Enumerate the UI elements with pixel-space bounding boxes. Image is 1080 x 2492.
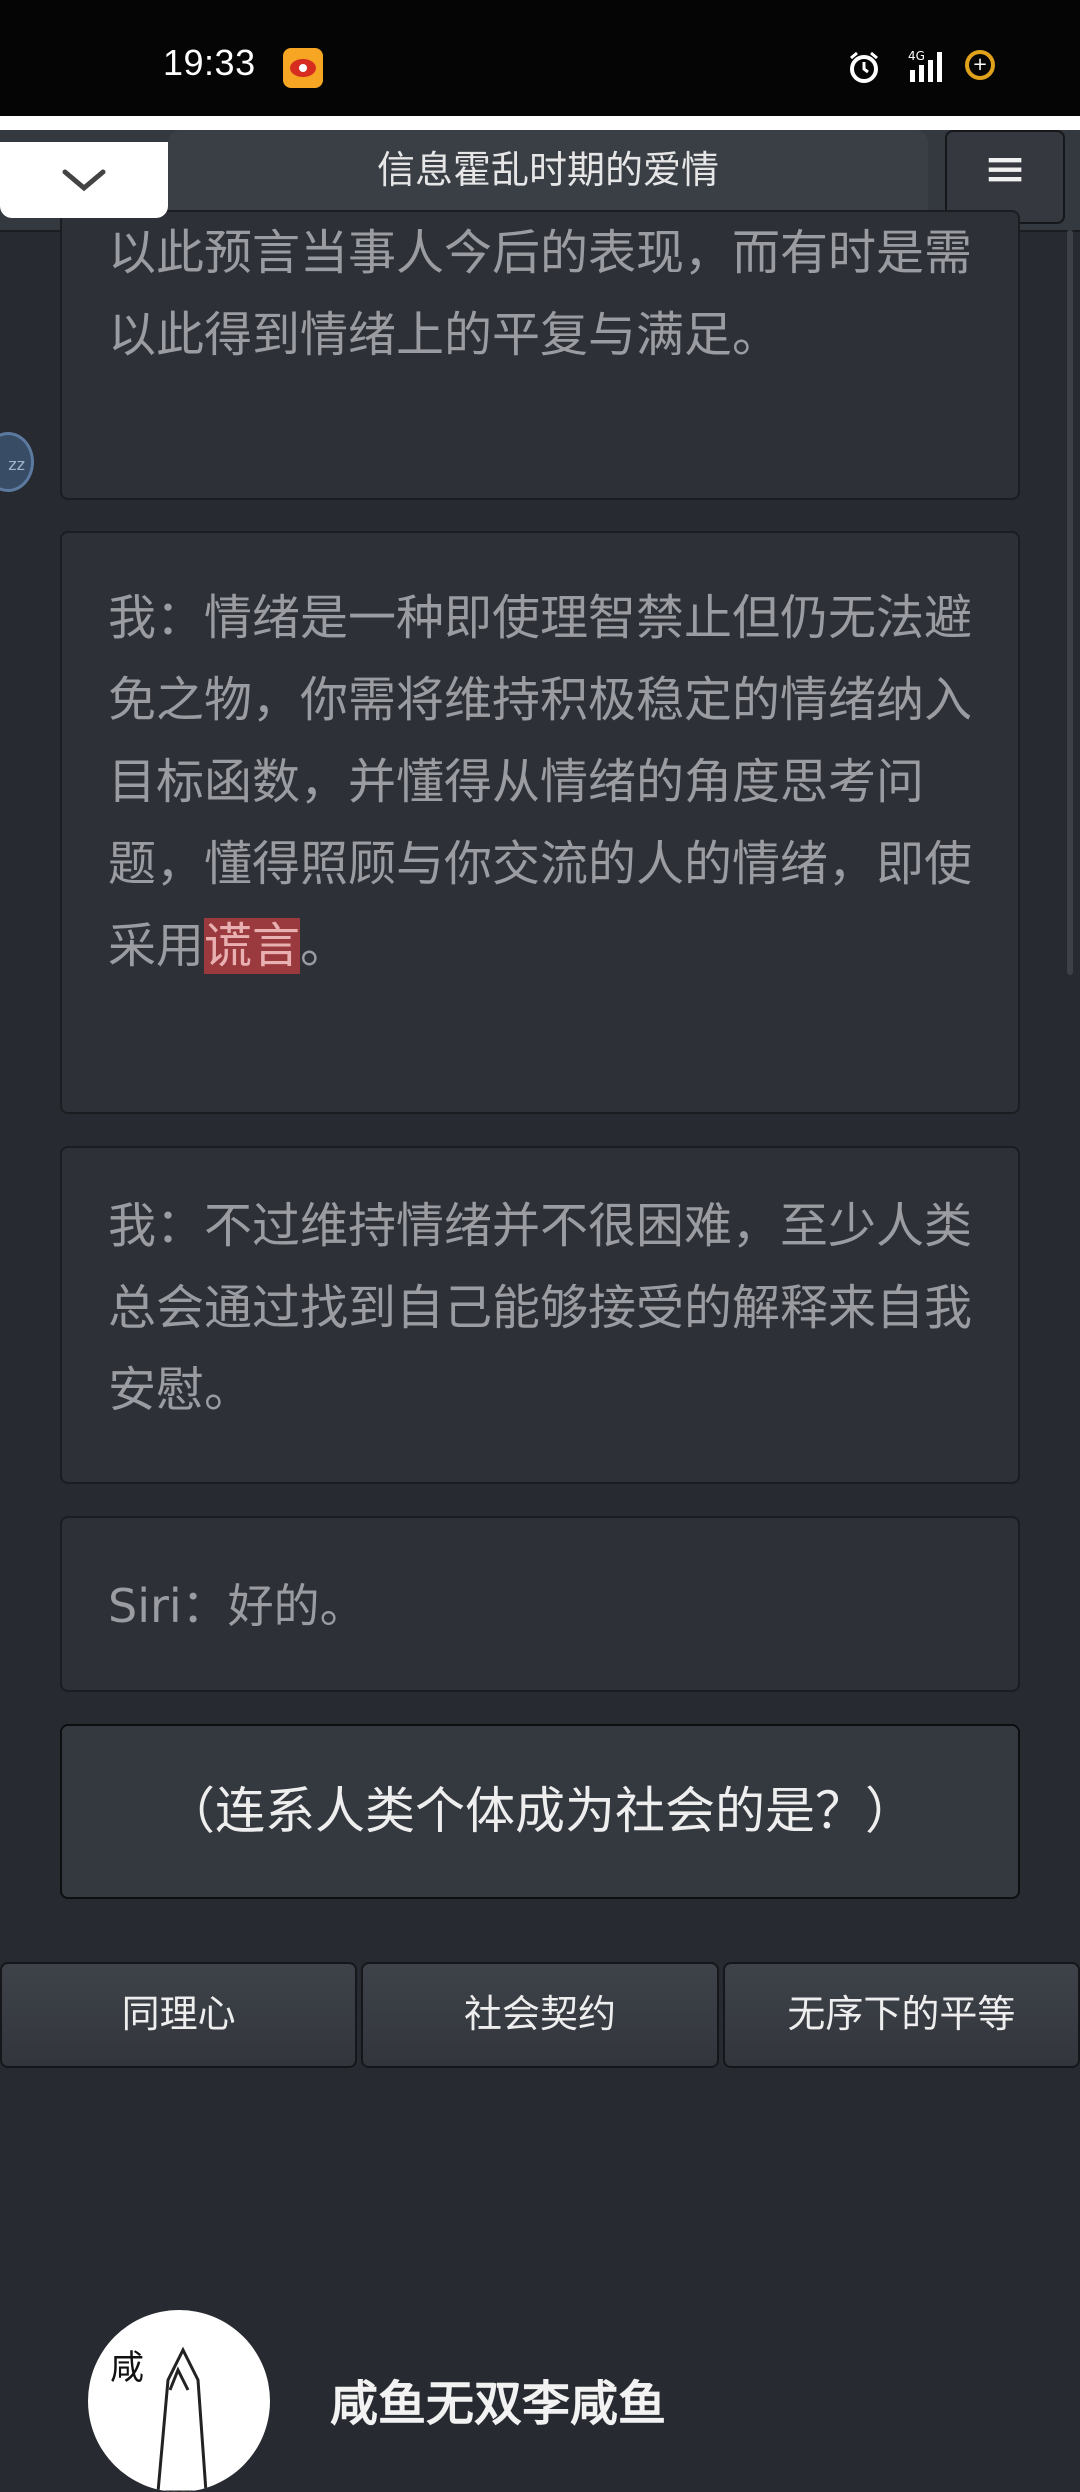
alarm-icon bbox=[850, 51, 878, 83]
fish-icon bbox=[156, 2346, 208, 2492]
story-text: 我：不过维持情绪并不很困难，至少人类总会通过找到自己能够接受的解释来自我安慰。 bbox=[108, 1198, 973, 1418]
author-name[interactable]: 咸鱼无双李咸鱼 bbox=[330, 2364, 666, 2434]
choice-bar: 同理心 社会契约 无序下的平等 bbox=[0, 1962, 1080, 2068]
story-text-end: 。 bbox=[300, 918, 349, 974]
author-avatar[interactable]: 咸 bbox=[88, 2310, 270, 2492]
status-bar: 19:33 4G + bbox=[0, 0, 1080, 116]
battery-icon: + bbox=[965, 50, 995, 80]
choice-button-2[interactable]: 社会契约 bbox=[361, 1962, 719, 2068]
story-card: 以此预言当事人今后的表现，而有时是需以此得到情绪上的平复与满足。 bbox=[60, 210, 1020, 500]
choice-button-1[interactable]: 同理心 bbox=[0, 1962, 358, 2068]
story-card: 我：情绪是一种即使理智禁止但仍无法避免之物，你需将维持积极稳定的情绪纳入目标函数… bbox=[60, 531, 1020, 1114]
chevron-down-icon bbox=[62, 169, 106, 192]
highlighted-word: 谎言 bbox=[204, 918, 301, 974]
sleep-bubble[interactable]: zz bbox=[0, 432, 34, 492]
story-text: 以此预言当事人今后的表现，而有时是需以此得到情绪上的平复与满足。 bbox=[108, 225, 973, 363]
signal-icon: 4G bbox=[908, 49, 942, 82]
choice-button-3[interactable]: 无序下的平等 bbox=[722, 1962, 1080, 2068]
story-card: 我：不过维持情绪并不很困难，至少人类总会通过找到自己能够接受的解释来自我安慰。 bbox=[60, 1146, 1020, 1484]
story-card: Siri：好的。 bbox=[60, 1516, 1020, 1692]
signal-label: 4G bbox=[908, 49, 925, 63]
story-text: 我：情绪是一种即使理智禁止但仍无法避免之物，你需将维持积极稳定的情绪纳入目标函数… bbox=[108, 590, 973, 974]
status-time: 19:33 bbox=[163, 42, 256, 83]
weibo-icon bbox=[283, 48, 323, 88]
speaker-name: Siri： bbox=[108, 1579, 228, 1633]
story-text: 好的。 bbox=[227, 1579, 366, 1633]
collapse-button[interactable] bbox=[0, 142, 168, 218]
scrollbar[interactable] bbox=[1067, 230, 1073, 975]
question-prompt: （连系人类个体成为社会的是？） bbox=[60, 1724, 1020, 1899]
